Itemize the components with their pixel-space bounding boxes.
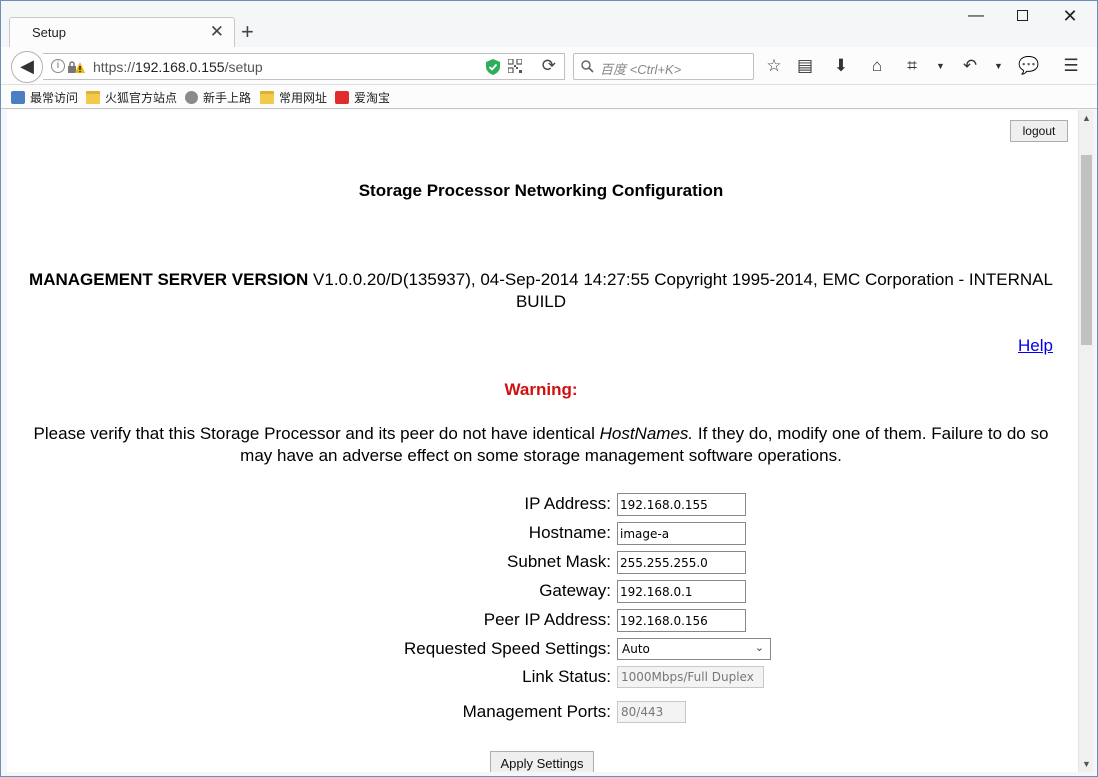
apply-settings-button[interactable]: Apply Settings [490,751,594,772]
subnet-mask-input[interactable] [617,551,746,574]
scroll-thumb[interactable] [1081,155,1092,345]
url-text[interactable]: https://192.168.0.155/setup [93,59,263,75]
search-bar[interactable]: 百度 <Ctrl+K> [573,53,754,80]
search-placeholder: 百度 <Ctrl+K> [600,62,682,77]
globe-icon [185,91,198,104]
undo-close-tab-icon[interactable]: ↶ [959,55,981,77]
scroll-up-icon[interactable]: ▲ [1079,110,1094,126]
help-link[interactable]: Help [1018,336,1053,356]
reading-list-icon[interactable]: ▤ [794,55,816,77]
bookmark-taobao[interactable]: 爱淘宝 [335,89,390,106]
reload-icon[interactable]: ⟳ [542,56,556,76]
info-icon[interactable]: i [51,59,65,73]
hostname-input[interactable] [617,522,746,545]
back-button[interactable]: ◀ [11,51,43,83]
version-label: MANAGEMENT SERVER VERSION [29,270,309,289]
bookmarks-bar: 最常访问 火狐官方站点 新手上路 常用网址 爱淘宝 [1,85,1097,109]
bookmark-search-icon [11,91,25,104]
download-icon[interactable]: ⬇ [830,55,852,77]
logout-button[interactable]: logout [1010,120,1068,142]
version-text: V1.0.0.20/D(135937), 04-Sep-2014 14:27:5… [308,270,1053,311]
management-ports-field: 80/443 [617,701,686,723]
undo-dropdown-icon[interactable]: ▼ [994,55,1003,77]
vertical-scrollbar[interactable]: ▲ ▼ [1078,110,1093,772]
ip-address-label: IP Address: [524,494,611,513]
version-info: MANAGEMENT SERVER VERSION V1.0.0.20/D(13… [27,269,1055,313]
peer-ip-label: Peer IP Address: [483,610,611,629]
shield-icon[interactable] [486,59,500,75]
warning-title: Warning: [504,380,578,399]
browser-window: Setup ✕ + — ✕ i https://192.168.0.155/se… [0,0,1098,777]
folder-icon [260,91,274,104]
taobao-icon [335,91,349,104]
chat-bubble-icon[interactable]: 💬 [1018,55,1040,77]
tab-title: Setup [32,25,66,40]
ip-address-input[interactable] [617,493,746,516]
qr-code-icon[interactable] [508,59,522,73]
bookmark-common-sites[interactable]: 常用网址 [260,89,327,106]
warning-message: Please verify that this Storage Processo… [33,424,1049,465]
link-status-field: 1000Mbps/Full Duplex [617,666,764,688]
insecure-lock-icon[interactable] [67,60,85,74]
folder-icon [86,91,100,104]
bookmark-star-icon[interactable]: ☆ [763,55,785,77]
management-ports-label: Management Ports: [462,702,611,721]
gateway-label: Gateway: [539,581,611,600]
hostnames-emphasis: HostNames. [599,424,694,443]
peer-ip-input[interactable] [617,609,746,632]
screenshot-crop-icon[interactable]: ⌗ [901,55,923,77]
speed-selected-value: Auto [622,642,650,656]
menu-icon[interactable]: ☰ [1060,55,1082,77]
speed-settings-select[interactable]: Auto ⌄ [617,638,771,660]
bookmark-firefox-site[interactable]: 火狐官方站点 [86,89,177,106]
bookmark-most-visited[interactable]: 最常访问 [11,89,78,106]
link-status-label: Link Status: [522,667,611,686]
tab-setup[interactable]: Setup ✕ [9,17,235,47]
url-bar[interactable]: i https://192.168.0.155/setup ⟳ [43,53,565,80]
home-icon[interactable]: ⌂ [866,55,888,77]
speed-settings-label: Requested Speed Settings: [404,639,611,658]
subnet-mask-label: Subnet Mask: [507,552,611,571]
scroll-down-icon[interactable]: ▼ [1079,756,1094,772]
bookmark-getting-started[interactable]: 新手上路 [185,89,251,106]
tab-close-icon[interactable]: ✕ [210,22,224,42]
search-icon [581,60,594,73]
hostname-label: Hostname: [528,523,611,542]
nav-bar: i https://192.168.0.155/setup ⟳ ◀ 百度 <Ct… [1,47,1097,85]
gateway-input[interactable] [617,580,746,603]
page-content: logout Storage Processor Networking Conf… [7,110,1078,772]
minimize-icon[interactable]: — [961,5,991,27]
page-title: Storage Processor Networking Configurati… [358,181,724,200]
crop-dropdown-icon[interactable]: ▼ [936,55,945,77]
chevron-down-icon: ⌄ [754,641,764,654]
new-tab-icon[interactable]: + [241,20,254,44]
maximize-icon[interactable] [1007,5,1037,27]
tab-strip: Setup ✕ + — ✕ [1,1,1097,47]
back-arrow-icon: ◀ [20,56,34,76]
window-close-icon[interactable]: ✕ [1055,5,1085,27]
